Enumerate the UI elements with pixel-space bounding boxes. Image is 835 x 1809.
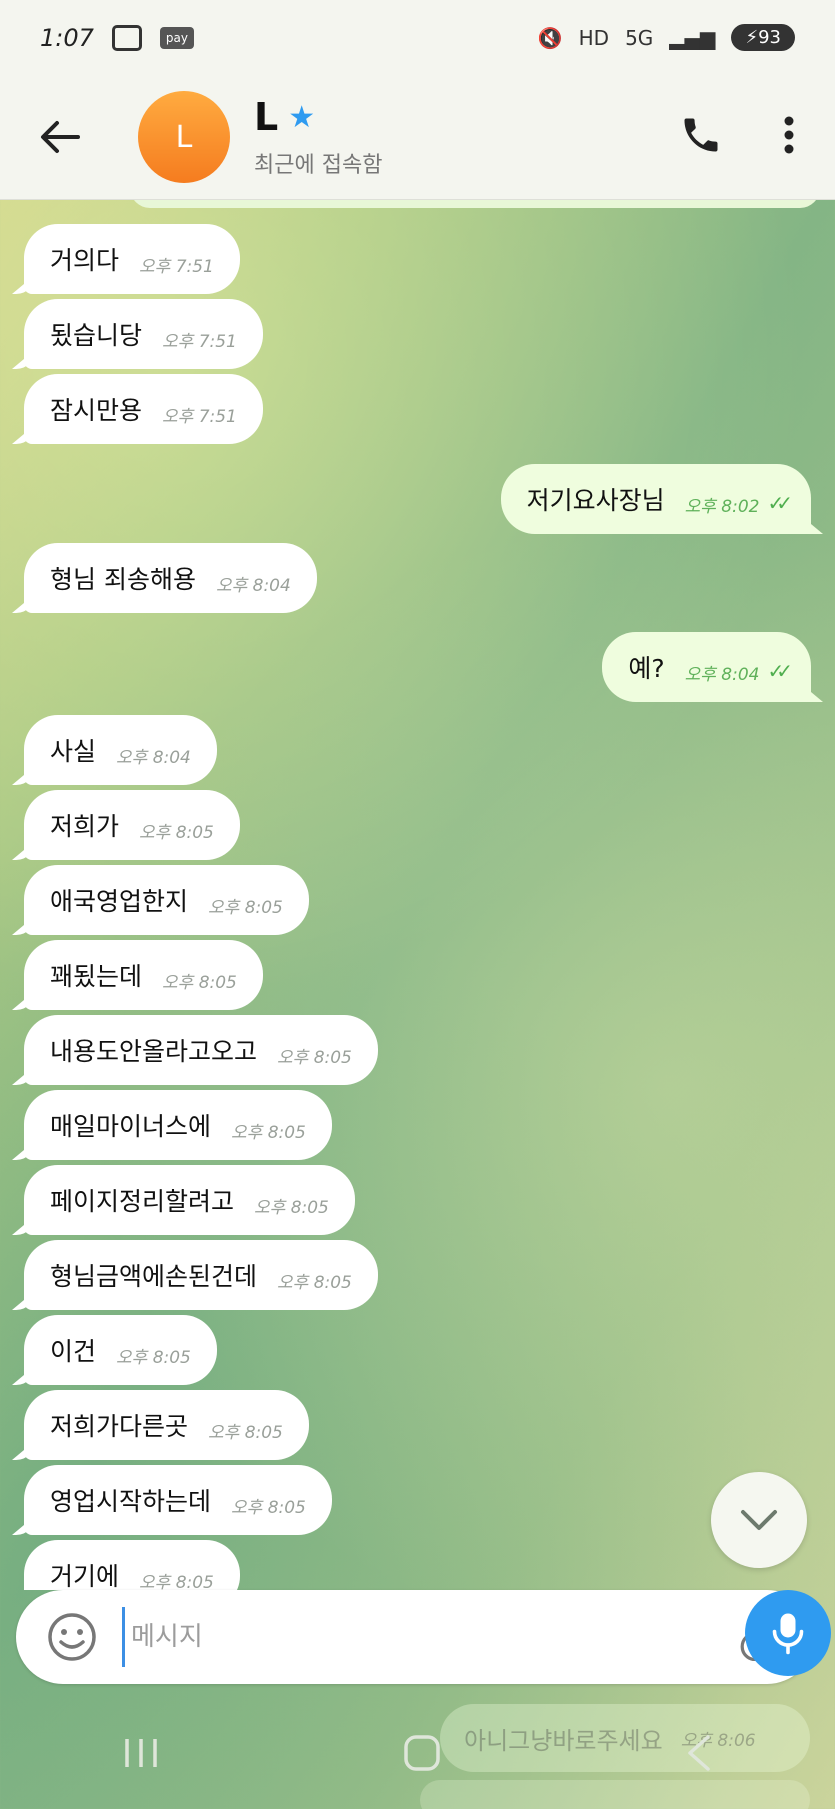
message-bubble-incoming[interactable]: 잠시만용 오후 7:51 [24, 374, 263, 444]
message-time: 오후 8:05 [277, 1272, 352, 1293]
message-time: 오후 8:05 [277, 1047, 352, 1068]
message-text: 됬습니당 [50, 321, 143, 350]
message-bubble-incoming[interactable]: 애국영업한지 오후 8:05 [24, 865, 309, 935]
previous-message-bubble [130, 200, 820, 208]
message-composer [16, 1590, 814, 1684]
message-text: 매일마이너스에 [50, 1112, 212, 1141]
recent-apps-icon [125, 1738, 157, 1767]
message-bubble-incoming[interactable]: 저희가다른곳 오후 8:05 [24, 1390, 309, 1460]
message-bubble-incoming[interactable]: 꽤됬는데 오후 8:05 [24, 940, 263, 1010]
message-bubble-incoming[interactable]: 페이지정리할려고 오후 8:05 [24, 1165, 355, 1235]
message-text: 형님 죄송해용 [50, 565, 196, 594]
message-time: 오후 8:04 [116, 747, 191, 768]
message-bubble-incoming[interactable]: 사실 오후 8:04 [24, 715, 217, 785]
message-time: 오후 8:05 [162, 972, 237, 993]
message-text: 저희가 [50, 812, 120, 841]
message-bubble-incoming[interactable]: 매일마이너스에 오후 8:05 [24, 1090, 332, 1160]
message-bubble-outgoing[interactable]: 저기요사장님 오후 8:02 ✓✓ [500, 464, 811, 534]
scroll-to-bottom-button[interactable] [711, 1472, 807, 1568]
message-input[interactable] [122, 1607, 730, 1667]
message-text: 애국영업한지 [50, 887, 189, 916]
message-time: 오후 8:05 [139, 1572, 214, 1591]
message-time: 오후 8:05 [231, 1497, 306, 1518]
message-text: 잠시만용 [50, 396, 143, 425]
message-list[interactable]: 거의다 오후 7:51 됬습니당 오후 7:51 잠시만용 오후 7:51 저기… [0, 200, 835, 1590]
back-chevron-icon [688, 1734, 710, 1771]
message-bubble-incoming[interactable]: 거의다 오후 7:51 [24, 224, 240, 294]
call-button[interactable] [679, 113, 723, 161]
contact-name: L [254, 95, 279, 139]
message-time: 오후 8:04 [684, 664, 760, 685]
message-time: 오후 8:05 [116, 1347, 191, 1368]
message-text: 꽤됬는데 [50, 962, 143, 991]
message-bubble-incoming[interactable]: 형님금액에손된건데 오후 8:05 [24, 1240, 378, 1310]
message-time: 오후 7:51 [162, 331, 237, 352]
back-nav-button[interactable] [684, 1733, 714, 1777]
contact-status: 최근에 접속함 [254, 153, 383, 178]
contact-info[interactable]: L ★ 최근에 접속함 [254, 95, 382, 179]
emoji-icon [48, 1613, 96, 1661]
microphone-icon [772, 1613, 804, 1655]
message-bubble-incoming[interactable]: 형님 죄송해용 오후 8:04 [24, 543, 317, 613]
more-vertical-icon [784, 116, 794, 154]
message-time: 오후 8:05 [139, 822, 214, 843]
emoji-button[interactable] [42, 1607, 102, 1667]
message-bubble-incoming[interactable]: 영업시작하는데 오후 8:05 [24, 1465, 332, 1535]
message-time: 오후 8:02 [684, 496, 760, 517]
home-icon [404, 1734, 441, 1771]
message-text: 저기요사장님 [526, 486, 665, 515]
message-time: 오후 7:51 [139, 256, 214, 277]
message-time: 오후 8:04 [215, 575, 291, 596]
screenshot-icon [111, 24, 142, 51]
status-time: 1:07 [40, 23, 94, 52]
more-menu-button[interactable] [783, 115, 795, 159]
message-text: 저희가다른곳 [50, 1412, 189, 1441]
star-icon: ★ [288, 99, 316, 135]
system-navigation-bar [0, 1700, 835, 1809]
message-text: 이건 [50, 1337, 97, 1366]
message-bubble-incoming[interactable]: 저희가 오후 8:05 [24, 790, 240, 860]
back-button[interactable] [30, 107, 90, 167]
mute-icon: 🔇 [537, 25, 563, 50]
home-button[interactable] [402, 1733, 442, 1777]
avatar[interactable]: L [138, 91, 230, 183]
message-bubble-incoming[interactable]: 거기에 오후 8:05 [24, 1540, 240, 1590]
message-bubble-incoming[interactable]: 내용도안올라고오고 오후 8:05 [24, 1015, 378, 1085]
message-time: 오후 7:51 [162, 406, 237, 427]
read-ticks-icon: ✓✓ [767, 491, 792, 515]
message-text: 거기에 [50, 1562, 120, 1590]
message-time: 오후 8:05 [208, 1422, 283, 1443]
message-text: 사실 [50, 737, 97, 766]
recent-apps-button[interactable] [121, 1735, 161, 1775]
phone-icon [684, 118, 718, 152]
5g-icon: 5G [625, 25, 654, 50]
message-text: 페이지정리할려고 [50, 1187, 235, 1216]
message-time: 오후 8:05 [231, 1122, 306, 1143]
message-text: 예? [628, 654, 665, 683]
battery-indicator: ⚡93 [731, 24, 795, 51]
pay-icon: pay [159, 26, 194, 49]
signal-icon: ▂▄▆ [669, 25, 716, 50]
message-bubble-incoming[interactable]: 이건 오후 8:05 [24, 1315, 217, 1385]
read-ticks-icon: ✓✓ [767, 659, 792, 683]
voice-message-button[interactable] [745, 1590, 831, 1676]
avatar-letter: L [175, 119, 193, 155]
chat-header: L L ★ 최근에 접속함 [0, 75, 835, 200]
message-text: 형님금액에손된건데 [50, 1262, 258, 1291]
message-time: 오후 8:05 [208, 897, 283, 918]
back-arrow-icon [41, 121, 80, 153]
message-text: 내용도안올라고오고 [50, 1037, 258, 1066]
message-time: 오후 8:05 [254, 1197, 329, 1218]
message-bubble-outgoing[interactable]: 예? 오후 8:04 ✓✓ [602, 632, 811, 702]
status-bar: 1:07 pay 🔇 HD 5G ▂▄▆ ⚡93 [0, 0, 835, 75]
message-text: 거의다 [50, 246, 120, 275]
message-text: 영업시작하는데 [50, 1487, 212, 1516]
message-bubble-incoming[interactable]: 됬습니당 오후 7:51 [24, 299, 263, 369]
chevron-down-icon [741, 1510, 777, 1530]
hd-icon: HD [578, 25, 610, 50]
